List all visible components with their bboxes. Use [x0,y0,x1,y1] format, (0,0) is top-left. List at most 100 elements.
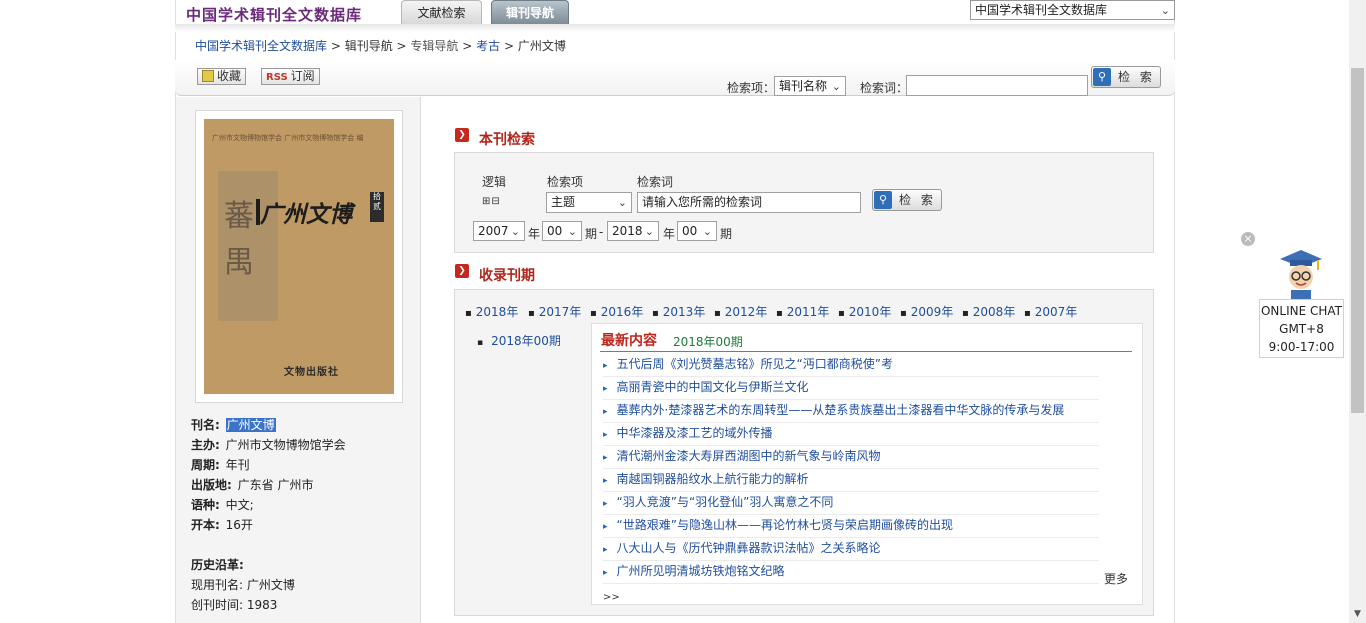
chevron-down-icon: ⌄ [617,196,627,209]
year-link-2007[interactable]: ▪ 2007年 [1024,303,1077,320]
breadcrumb-sep: > [500,39,518,53]
section-arrow-icon: ❯ [455,264,469,278]
from-year-value: 2007 [478,224,509,238]
issues-section-title: 收录刊期 [479,268,535,284]
chat-timezone: GMT+8 [1279,322,1324,336]
chevron-down-icon: ⌄ [1160,4,1170,17]
close-icon[interactable]: × [1241,232,1255,246]
favorite-button[interactable]: 收藏 [197,68,247,85]
top-search-button[interactable]: ⚲ 检 索 [1091,66,1161,88]
from-year-select[interactable]: 2007 ⌄ [473,221,525,241]
article-link[interactable]: ▸ 高丽青瓷中的中国文化与伊斯兰文化 [603,378,1099,400]
article-link[interactable]: ▸ 中华漆器及漆工艺的域外传播 [603,424,1099,446]
year-link-2013[interactable]: ▪ 2013年 [652,303,705,320]
online-chat-widget[interactable]: ONLINE CHAT GMT+8 9:00-17:00 [1259,299,1344,358]
search-term-input[interactable]: 请输入您所需的检索词 [637,192,861,213]
site-title: 中国学术辑刊全文数据库 [186,6,363,24]
section-arrow-icon: ❯ [455,128,469,142]
year-link-2018[interactable]: ▪ 2018年 [465,303,518,320]
journal-search-label: 检 索 [899,193,936,207]
tab-literature-search[interactable]: 文献检索 [401,0,482,24]
favorite-label: 收藏 [217,69,242,83]
search-term-placeholder: 请输入您所需的检索词 [642,195,763,209]
info-current-name-label: 现用刊名: [191,578,244,592]
latest-content-divider [600,351,1132,352]
breadcrumb-sep: > [327,39,345,53]
article-link[interactable]: ▸ 五代后周《刘光赞墓志铭》所见之“沔口都商税使”考 [603,355,1099,377]
info-history: 历史沿革: [191,556,246,573]
to-year-value: 2018 [612,224,643,238]
article-link[interactable]: ▸ “羽人竞渡”与“羽化登仙”羽人寓意之不同 [603,493,1099,515]
term-input[interactable] [906,75,1088,96]
article-link[interactable]: ▸ 八大山人与《历代钟鼎彝器款识法帖》之关系略论 [603,539,1099,561]
issue-link-2018-00[interactable]: ▪ 2018年00期 [477,332,561,349]
cover-tag: 拾贰 [370,192,384,222]
from-issue-select[interactable]: 00 ⌄ [542,221,582,241]
breadcrumb-nav[interactable]: 辑刊导航 [345,39,393,53]
info-place-label: 出版地: [191,478,232,492]
info-name: 刊名: 广州文博 [191,416,276,433]
tab-journal-navigation[interactable]: 辑刊导航 [491,0,569,24]
breadcrumb: 中国学术辑刊全文数据库 > 辑刊导航 > 专辑导航 > 考古 > 广州文博 [195,37,566,54]
to-issue-select[interactable]: 00 ⌄ [677,221,717,241]
chevron-down-icon: ⌄ [644,225,654,238]
year-link-2017[interactable]: ▪ 2017年 [528,303,581,320]
article-link[interactable]: ▸ “世路艰难”与隐逸山林——再论竹林七贤与荣启期画像砖的出现 [603,516,1099,538]
database-select[interactable]: 中国学术辑刊全文数据库 ⌄ [970,0,1175,20]
more-link[interactable]: 更多 [1104,570,1128,587]
breadcrumb-home[interactable]: 中国学术辑刊全文数据库 [195,39,327,53]
journal-search-button[interactable]: ⚲ 检 索 [872,189,942,211]
search-term-label: 检索词 [637,175,674,189]
to-year-select[interactable]: 2018 ⌄ [607,221,659,241]
year-link-2016[interactable]: ▪ 2016年 [590,303,643,320]
search-field-select[interactable]: 主题 ⌄ [546,192,632,213]
tutor-avatar-icon[interactable] [1278,248,1324,300]
year-link-2008[interactable]: ▪ 2008年 [962,303,1015,320]
scrollbar-thumb[interactable] [1351,68,1364,413]
favorite-icon [202,70,214,82]
info-language-value: 中文; [225,498,254,512]
add-remove-row-buttons[interactable]: ⊞⊟ [482,196,501,207]
info-language-label: 语种: [191,498,220,512]
info-format-label: 开本: [191,518,220,532]
field-select-value: 辑刊名称 [779,79,828,93]
article-link[interactable]: ▸ 墓葬内外·楚漆器艺术的东周转型——从楚系贵族墓出土漆器看中华文脉的传承与发展 [603,401,1099,423]
article-link[interactable]: ▸ 南越国铜器船纹水上航行能力的解析 [603,470,1099,492]
search-section-title: 本刊检索 [479,132,535,148]
breadcrumb-current: 广州文博 [517,39,566,53]
info-format: 开本: 16开 [191,516,253,533]
article-link[interactable]: ▸ 清代潮州金漆大寿屏西湖图中的新气象与岭南风物 [603,447,1099,469]
year-link-2012[interactable]: ▪ 2012年 [714,303,767,320]
article-link[interactable]: ▸ 广州所见明清城坊铁炮铭文纪略 [603,562,1099,584]
chevron-down-icon: ⌄ [510,225,520,238]
info-name-value: 广州文博 [225,418,276,432]
field-label: 检索项： [727,81,776,95]
issue-unit-label: 期 [585,227,598,241]
latest-content-issue: 2018年00期 [673,335,743,349]
expand-chevrons[interactable]: >> [603,592,620,603]
subscribe-button[interactable]: RSS 订阅 [261,68,320,85]
latest-content-title: 最新内容 [601,333,657,349]
scroll-down-arrow-icon[interactable]: ▼ [1351,608,1364,621]
year-unit-label: 年 [663,227,676,241]
header-separator [175,24,1175,32]
year-unit-label: 年 [528,227,541,241]
search-field-value: 主题 [551,195,576,209]
from-issue-value: 00 [547,224,563,238]
year-link-2011[interactable]: ▪ 2011年 [776,303,829,320]
info-history-label: 历史沿革: [191,558,244,572]
breadcrumb-category[interactable]: 考古 [476,39,500,53]
info-sponsor: 主办: 广州市文物博物馆学会 [191,436,346,453]
search-icon: ⚲ [1093,68,1111,86]
chat-title: ONLINE CHAT [1260,304,1343,318]
year-link-2010[interactable]: ▪ 2010年 [838,303,891,320]
top-search-label: 检 索 [1118,70,1155,84]
term-label: 检索词： [860,81,909,95]
info-name-label: 刊名: [191,418,220,432]
info-current-name-value: 广州文博 [246,578,295,592]
year-link-2009[interactable]: ▪ 2009年 [900,303,953,320]
database-select-value: 中国学术辑刊全文数据库 [975,3,1108,17]
info-place-value: 广东省 广州市 [237,478,314,492]
breadcrumb-special[interactable]: 专辑导航 [410,39,458,53]
field-select[interactable]: 辑刊名称 ⌄ [774,76,846,96]
